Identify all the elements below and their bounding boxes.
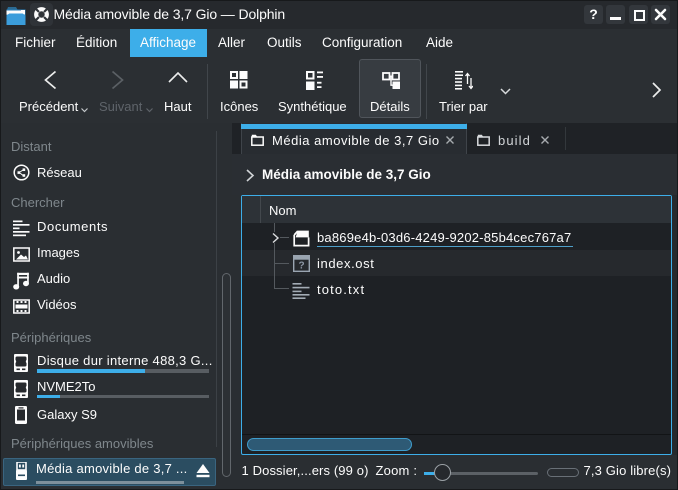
- svg-text:?: ?: [298, 261, 304, 272]
